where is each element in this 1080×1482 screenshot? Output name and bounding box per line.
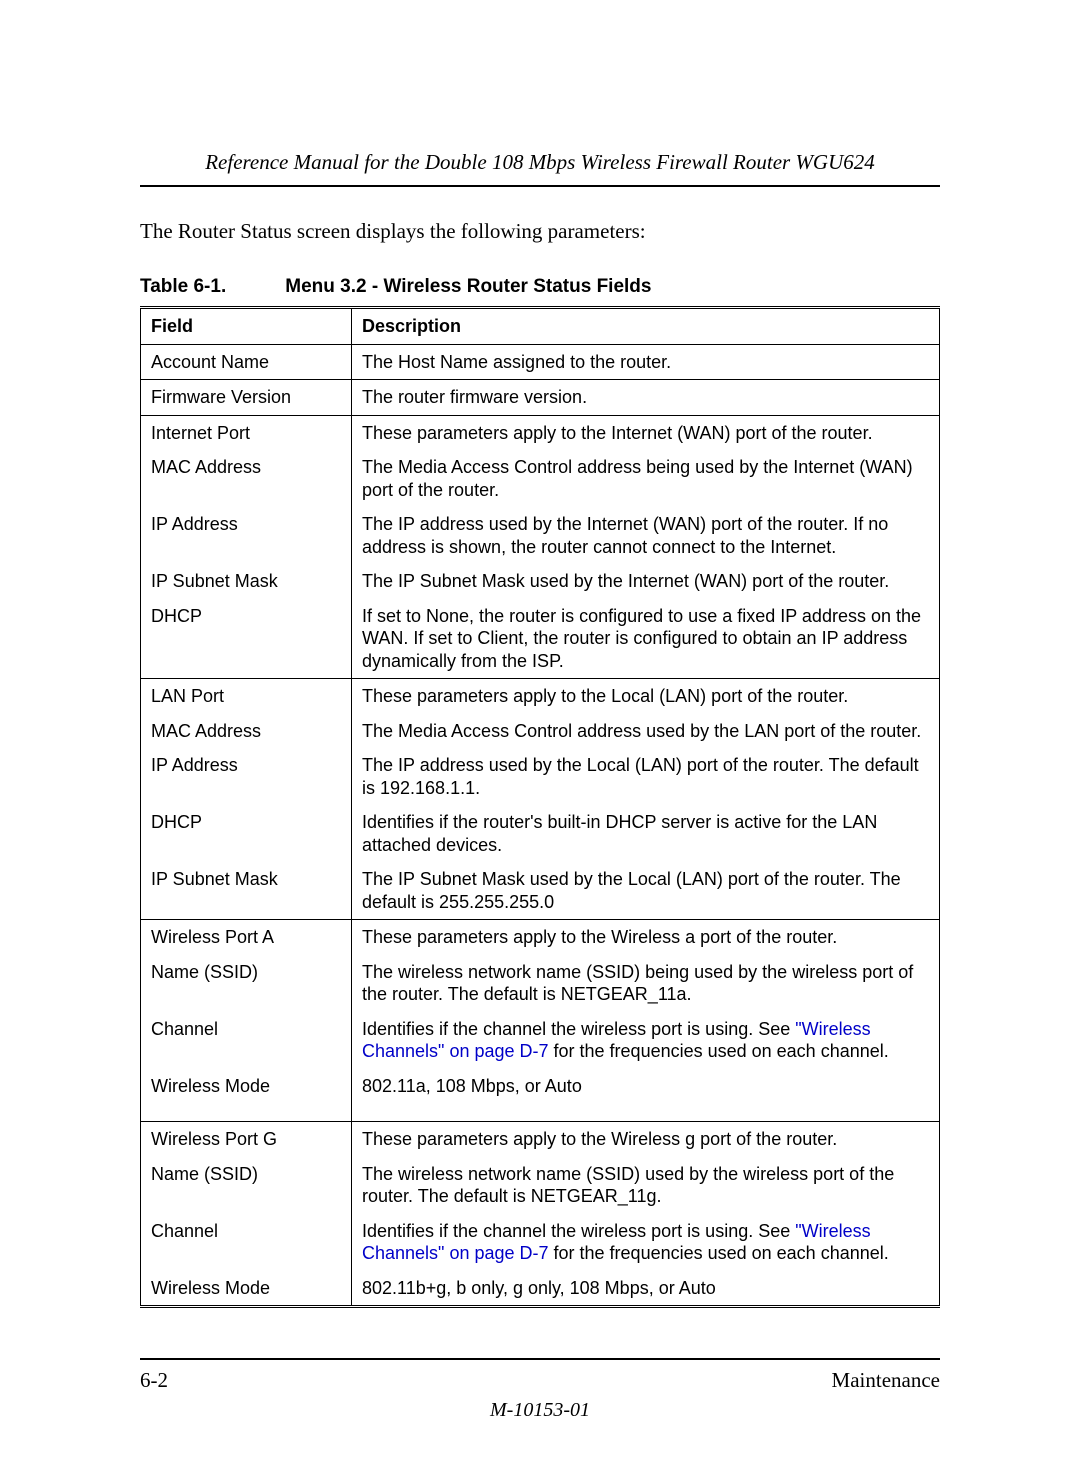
table-row: Wireless Mode 802.11b+g, b only, g only,…	[141, 1271, 940, 1307]
desc-cell: Identifies if the channel the wireless p…	[352, 1214, 940, 1271]
desc-cell: If set to None, the router is configured…	[352, 599, 940, 679]
section-name: Maintenance	[832, 1368, 940, 1393]
desc-cell: The Media Access Control address used by…	[352, 714, 940, 749]
desc-cell: The Media Access Control address being u…	[352, 450, 940, 507]
status-fields-table: Field Description Account Name The Host …	[140, 306, 940, 1308]
field-cell: Internet Port	[141, 415, 352, 450]
desc-cell: These parameters apply to the Local (LAN…	[352, 679, 940, 714]
table-title: Menu 3.2 - Wireless Router Status Fields	[285, 276, 651, 297]
table-row: DHCP Identifies if the router's built-in…	[141, 805, 940, 862]
table-row: Firmware Version The router firmware ver…	[141, 380, 940, 416]
table-row: IP Address The IP address used by the Lo…	[141, 748, 940, 805]
desc-cell: The wireless network name (SSID) used by…	[352, 1157, 940, 1214]
desc-cell: The IP address used by the Internet (WAN…	[352, 507, 940, 564]
field-cell: Firmware Version	[141, 380, 352, 416]
header-field: Field	[141, 308, 352, 345]
table-row: Channel Identifies if the channel the wi…	[141, 1214, 940, 1271]
text-run: for the frequencies used on each channel…	[549, 1243, 889, 1263]
field-cell: Wireless Port A	[141, 920, 352, 955]
table-header-row: Field Description	[141, 308, 940, 345]
field-cell: MAC Address	[141, 714, 352, 749]
header-description: Description	[352, 308, 940, 345]
desc-cell: The IP Subnet Mask used by the Local (LA…	[352, 862, 940, 920]
table-number: Table 6-1.	[140, 276, 280, 298]
text-run: Identifies if the channel the wireless p…	[362, 1221, 795, 1241]
desc-cell: The router firmware version.	[352, 380, 940, 416]
desc-cell: These parameters apply to the Internet (…	[352, 415, 940, 450]
desc-cell: Identifies if the router's built-in DHCP…	[352, 805, 940, 862]
table-caption: Table 6-1. Menu 3.2 - Wireless Router St…	[140, 276, 940, 298]
table-row: MAC Address The Media Access Control add…	[141, 714, 940, 749]
field-cell: MAC Address	[141, 450, 352, 507]
table-row: IP Address The IP address used by the In…	[141, 507, 940, 564]
field-cell: Wireless Mode	[141, 1271, 352, 1307]
document-id: M-10153-01	[140, 1399, 940, 1422]
field-cell: Account Name	[141, 344, 352, 380]
page-footer: 6-2 Maintenance M-10153-01	[140, 1358, 940, 1422]
field-cell: IP Address	[141, 748, 352, 805]
desc-cell: 802.11a, 108 Mbps, or Auto	[352, 1069, 940, 1122]
field-cell: Wireless Mode	[141, 1069, 352, 1122]
desc-cell: The IP Subnet Mask used by the Internet …	[352, 564, 940, 599]
table-row: LAN Port These parameters apply to the L…	[141, 679, 940, 714]
table-row: IP Subnet Mask The IP Subnet Mask used b…	[141, 862, 940, 920]
desc-cell: 802.11b+g, b only, g only, 108 Mbps, or …	[352, 1271, 940, 1307]
text-run: Identifies if the channel the wireless p…	[362, 1019, 795, 1039]
intro-paragraph: The Router Status screen displays the fo…	[140, 219, 940, 244]
table-row: Channel Identifies if the channel the wi…	[141, 1012, 940, 1069]
field-cell: IP Subnet Mask	[141, 862, 352, 920]
field-cell: Channel	[141, 1214, 352, 1271]
table-row: Account Name The Host Name assigned to t…	[141, 344, 940, 380]
table-row: MAC Address The Media Access Control add…	[141, 450, 940, 507]
page: Reference Manual for the Double 108 Mbps…	[0, 0, 1080, 1482]
desc-cell: These parameters apply to the Wireless g…	[352, 1122, 940, 1157]
table-row: Wireless Port G These parameters apply t…	[141, 1122, 940, 1157]
field-cell: Wireless Port G	[141, 1122, 352, 1157]
page-number: 6-2	[140, 1368, 168, 1393]
field-cell: DHCP	[141, 599, 352, 679]
text-run: for the frequencies used on each channel…	[549, 1041, 889, 1061]
table-row: DHCP If set to None, the router is confi…	[141, 599, 940, 679]
table-row: Name (SSID) The wireless network name (S…	[141, 955, 940, 1012]
field-cell: LAN Port	[141, 679, 352, 714]
desc-cell: Identifies if the channel the wireless p…	[352, 1012, 940, 1069]
field-cell: Channel	[141, 1012, 352, 1069]
field-cell: IP Subnet Mask	[141, 564, 352, 599]
table-row: Internet Port These parameters apply to …	[141, 415, 940, 450]
field-cell: IP Address	[141, 507, 352, 564]
table-row: Wireless Mode 802.11a, 108 Mbps, or Auto	[141, 1069, 940, 1122]
desc-cell: The Host Name assigned to the router.	[352, 344, 940, 380]
desc-cell: The IP address used by the Local (LAN) p…	[352, 748, 940, 805]
table-row: Wireless Port A These parameters apply t…	[141, 920, 940, 955]
desc-cell: The wireless network name (SSID) being u…	[352, 955, 940, 1012]
running-head: Reference Manual for the Double 108 Mbps…	[140, 150, 940, 187]
table-row: IP Subnet Mask The IP Subnet Mask used b…	[141, 564, 940, 599]
field-cell: Name (SSID)	[141, 1157, 352, 1214]
field-cell: Name (SSID)	[141, 955, 352, 1012]
table-row: Name (SSID) The wireless network name (S…	[141, 1157, 940, 1214]
field-cell: DHCP	[141, 805, 352, 862]
desc-cell: These parameters apply to the Wireless a…	[352, 920, 940, 955]
